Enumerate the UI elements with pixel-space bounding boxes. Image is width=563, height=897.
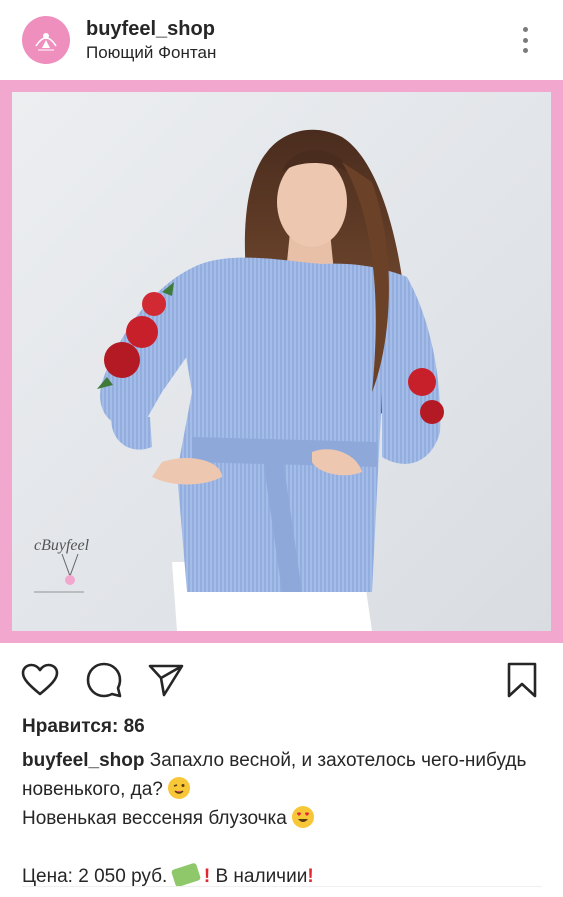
action-bar <box>0 643 563 715</box>
avatar[interactable] <box>22 16 70 64</box>
caption: buyfeel_shop Запахло весной, и захотелос… <box>22 746 542 891</box>
logo-icon <box>24 18 68 62</box>
likes-count[interactable]: Нравится: 86 <box>22 716 145 738</box>
comment-icon[interactable] <box>84 660 124 700</box>
username-link[interactable]: buyfeel_shop <box>86 16 216 42</box>
exclamation-icon: ! <box>307 866 314 887</box>
heart-icon[interactable] <box>20 660 60 700</box>
heart-eyes-emoji-icon <box>292 806 315 828</box>
watermark-text: cBuyfeel <box>34 537 90 554</box>
bookmark-icon[interactable] <box>502 660 542 700</box>
location-link[interactable]: Поющий Фонтан <box>86 42 216 64</box>
user-block: buyfeel_shop Поющий Фонтан <box>86 16 216 64</box>
exclamation-icon: ! <box>203 866 211 887</box>
caption-text-line2: Новенькая вессеняя блузочка <box>22 808 287 829</box>
price-text: Цена: 2 050 руб. <box>22 866 168 887</box>
post-photo[interactable]: cBuyfeel <box>12 92 551 631</box>
money-emoji-icon <box>170 862 201 888</box>
availability-text: В наличии <box>215 866 308 887</box>
send-icon[interactable] <box>146 660 186 700</box>
post-header: buyfeel_shop Поющий Фонтан <box>0 0 563 80</box>
post-photo-frame: cBuyfeel <box>0 80 563 643</box>
caption-username[interactable]: buyfeel_shop <box>22 750 144 771</box>
wink-emoji-icon <box>168 777 191 799</box>
photo-illustration: cBuyfeel <box>12 92 551 631</box>
divider <box>22 886 542 887</box>
more-vertical-icon[interactable] <box>515 24 535 56</box>
